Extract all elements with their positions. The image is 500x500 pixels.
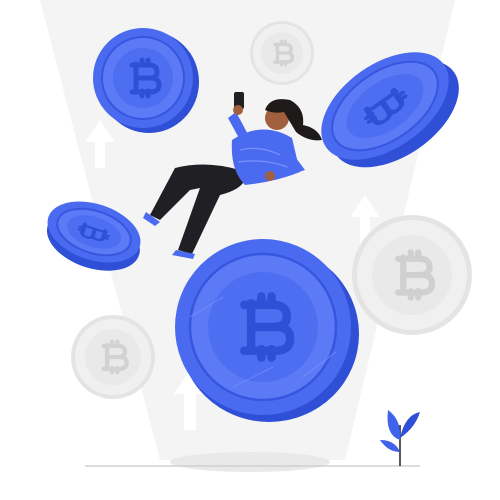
bitcoin-illustration [40,0,472,472]
bitcoin-icon [273,39,295,67]
plant-icon [380,410,420,466]
ground-shadow [170,452,330,472]
gray-coin-bottom-left [71,315,155,399]
illustration-stage [0,0,500,500]
bitcoin-icon [398,253,432,298]
bitcoin-icon [132,60,159,96]
gray-coin-right [352,215,472,335]
bitcoin-icon [104,342,127,373]
gray-coin-top [250,21,314,85]
bitcoin-icon [244,296,290,357]
